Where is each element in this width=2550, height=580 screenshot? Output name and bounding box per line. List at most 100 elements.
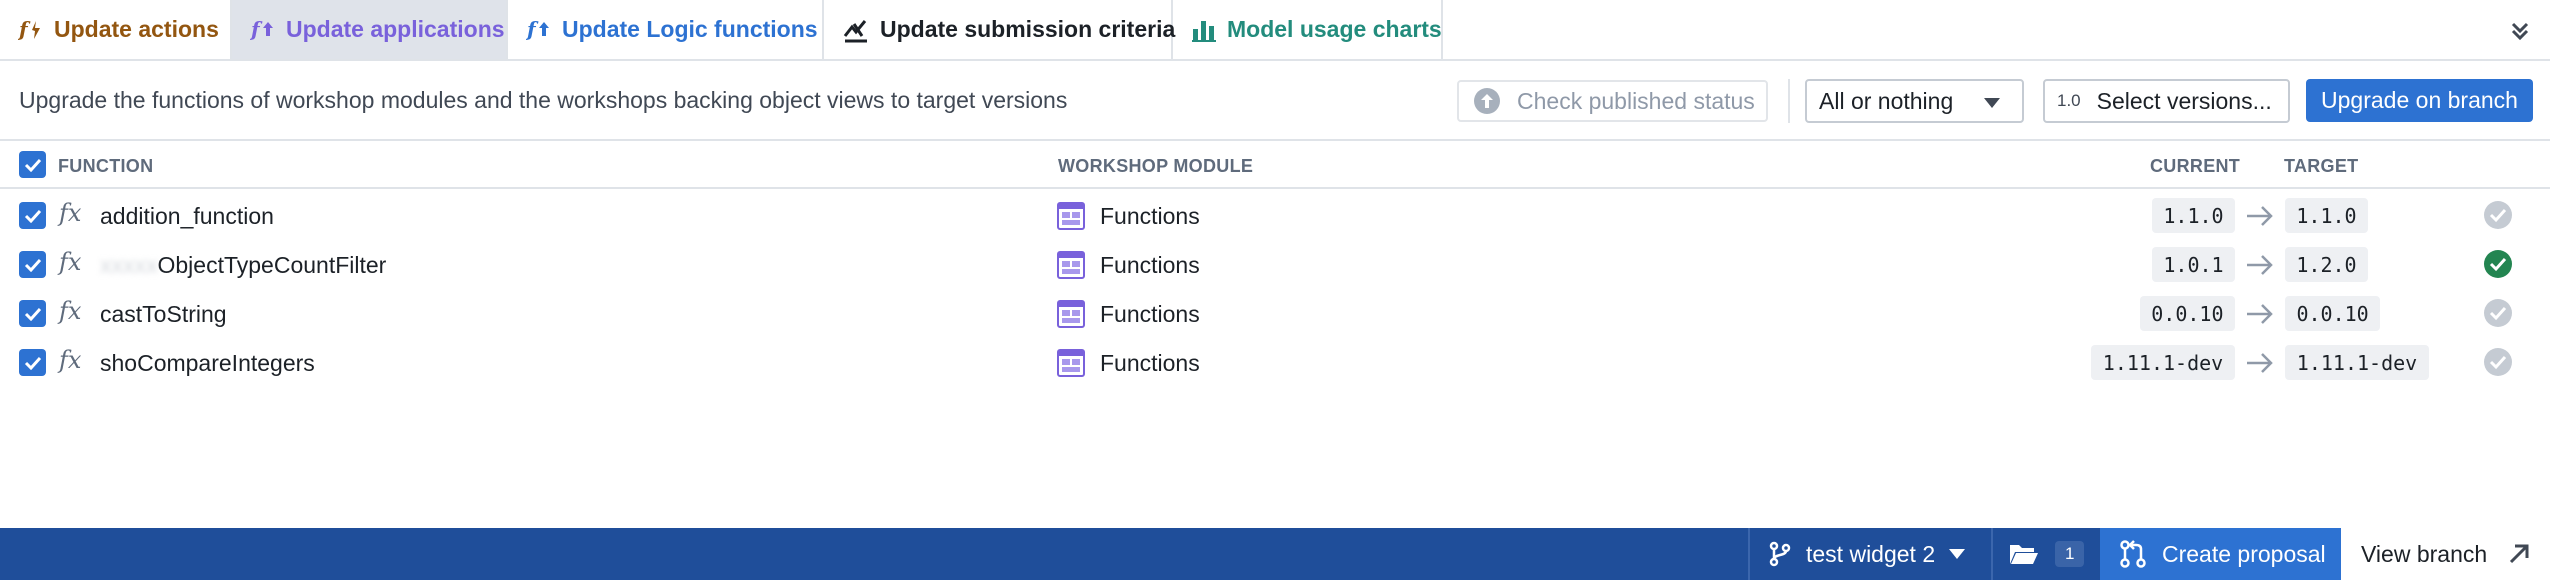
check-icon [24, 258, 41, 272]
svg-text:f: f [250, 17, 263, 41]
check-circle-muted-icon [2484, 201, 2512, 229]
function-name-text: shoCompareIntegers [100, 350, 315, 376]
target-version[interactable]: 0.0.10 [2285, 296, 2381, 331]
function-name-text: ObjectTypeCountFilter [157, 252, 387, 278]
tab-label: Update applications [286, 16, 505, 42]
table-header: FUNCTION WORKSHOP MODULE CURRENT TARGET [0, 141, 2550, 189]
arrow-top-right-icon [2510, 544, 2529, 564]
function-name-text: addition_function [100, 203, 274, 229]
select-all-checkbox[interactable] [19, 151, 46, 178]
upgrade-on-branch-button[interactable]: Upgrade on branch [2306, 79, 2533, 122]
check-icon [24, 209, 41, 223]
function-icon: fx [59, 346, 82, 374]
row-checkbox[interactable] [19, 202, 46, 229]
folder-open-icon [2010, 545, 2038, 564]
workshop-module-icon [1057, 202, 1085, 230]
function-icon: fx [59, 248, 82, 276]
tab-label: Update Logic functions [562, 16, 818, 42]
view-branch-button[interactable]: View branch [2341, 528, 2550, 580]
check-circle-muted-icon [2484, 299, 2512, 327]
svg-text:f: f [526, 17, 539, 41]
tab-update-actions[interactable]: f Update actions [0, 0, 232, 59]
target-version[interactable]: 1.11.1-dev [2285, 345, 2429, 380]
tab-update-submission-criteria[interactable]: Update submission criteria [824, 0, 1176, 59]
changes-count-badge: 1 [2055, 541, 2085, 567]
version-tag-icon: 1.0 [2057, 91, 2081, 110]
function-name[interactable]: xxxxxObjectTypeCountFilter [100, 252, 386, 279]
create-proposal-button[interactable]: Create proposal [2100, 528, 2341, 580]
select-versions-button[interactable]: 1.0 Select versions... [2043, 79, 2290, 123]
git-pull-request-icon [2120, 540, 2146, 568]
upgrade-mode-value: All or nothing [1819, 87, 1954, 114]
criteria-icon [842, 15, 870, 45]
function-name[interactable]: castToString [100, 301, 227, 328]
check-circle-muted-icon [2484, 348, 2512, 376]
arrow-up-circle-icon [1473, 87, 1501, 115]
check-icon [24, 307, 41, 321]
function-name-text: castToString [100, 301, 227, 327]
function-name[interactable]: shoCompareIntegers [100, 350, 315, 377]
workshop-module-name[interactable]: Functions [1100, 301, 1200, 328]
workshop-module-icon [1057, 349, 1085, 377]
current-version: 0.0.10 [2139, 296, 2235, 331]
check-icon [24, 158, 41, 172]
row-checkbox[interactable] [19, 300, 46, 327]
column-header-function[interactable]: FUNCTION [58, 156, 153, 177]
branch-name: test widget 2 [1806, 540, 1936, 567]
bar-chart-icon [1191, 15, 1217, 45]
branch-select[interactable]: test widget 2 [1748, 528, 1989, 580]
tab-model-usage-charts[interactable]: Model usage charts [1173, 0, 1443, 59]
page-description: Upgrade the functions of workshop module… [19, 87, 1068, 113]
workshop-module-name[interactable]: Functions [1100, 252, 1200, 279]
arrow-right-icon [2247, 353, 2273, 373]
tab-label: Update submission criteria [880, 16, 1176, 42]
workshop-module-icon [1057, 251, 1085, 279]
check-published-status-label: Check published status [1517, 87, 1755, 114]
table-row[interactable]: fx shoCompareIntegers Functions 1.11.1-d… [0, 338, 2550, 387]
current-version: 1.11.1-dev [2091, 345, 2235, 380]
arrow-right-icon [2247, 255, 2273, 275]
tab-update-applications[interactable]: f Update applications [232, 0, 508, 59]
redacted-prefix: xxxxx [100, 252, 158, 278]
check-circle-icon [2484, 250, 2512, 278]
upgrade-on-branch-label: Upgrade on branch [2321, 87, 2518, 113]
current-version: 1.0.1 [2152, 247, 2235, 282]
function-name[interactable]: addition_function [100, 203, 274, 230]
select-versions-label: Select versions... [2096, 87, 2272, 114]
arrow-right-icon [2247, 304, 2273, 324]
create-proposal-label: Create proposal [2162, 540, 2326, 567]
target-version[interactable]: 1.1.0 [2285, 198, 2368, 233]
caret-down-icon [1984, 98, 2000, 108]
table-row[interactable]: fx xxxxxObjectTypeCountFilter Functions … [0, 240, 2550, 289]
table-row[interactable]: fx addition_function Functions 1.1.0 1.1… [0, 191, 2550, 240]
caret-down-icon [1949, 549, 1966, 559]
workshop-module-name[interactable]: Functions [1100, 350, 1200, 377]
collapse-tabs-button[interactable] [2504, 15, 2536, 47]
tab-update-logic-functions[interactable]: f Update Logic functions [508, 0, 824, 59]
workshop-module-name[interactable]: Functions [1100, 203, 1200, 230]
tab-label: Update actions [54, 16, 219, 42]
column-header-current[interactable]: CURRENT [2150, 156, 2240, 177]
view-branch-label: View branch [2361, 540, 2488, 567]
tab-label: Model usage charts [1227, 16, 1442, 42]
row-checkbox[interactable] [19, 349, 46, 376]
workshop-module-icon [1057, 300, 1085, 328]
footer-bar: test widget 2 1 Create proposal View bra… [0, 528, 2550, 580]
function-icon: fx [59, 199, 82, 227]
function-icon: fx [59, 297, 82, 325]
svg-text:f: f [18, 17, 31, 41]
column-header-workshop-module[interactable]: WORKSHOP MODULE [1058, 156, 1253, 177]
target-version[interactable]: 1.2.0 [2285, 247, 2368, 282]
row-checkbox[interactable] [19, 251, 46, 278]
upgrade-mode-select[interactable]: All or nothing [1805, 79, 2024, 123]
tab-bar: f Update actions f Update applications f… [0, 0, 2550, 61]
double-chevron-down-icon [2511, 22, 2529, 41]
table-row[interactable]: fx castToString Functions 0.0.10 0.0.10 [0, 289, 2550, 338]
column-header-target[interactable]: TARGET [2284, 156, 2358, 177]
check-published-status-button[interactable]: Check published status [1457, 80, 1768, 122]
function-upload-icon: f [526, 15, 552, 45]
branch-changes-button[interactable]: 1 [1991, 528, 2099, 580]
check-icon [24, 356, 41, 370]
toolbar-divider [1788, 79, 1790, 123]
git-branch-icon [1769, 541, 1791, 567]
